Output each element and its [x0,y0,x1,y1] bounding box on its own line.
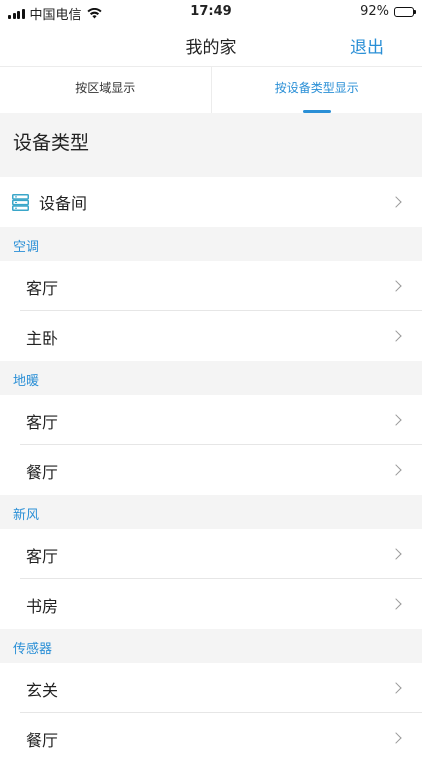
list-item[interactable]: 餐厅 [0,445,422,495]
chevron-right-icon [390,280,401,291]
battery-icon [394,7,414,17]
chevron-right-icon [390,414,401,425]
device-room-label: 设备间 [39,190,87,214]
tab-by-area[interactable]: 按区域显示 [0,67,211,113]
group-header-sensor: 传感器 [0,629,422,663]
logout-button[interactable]: 退出 [350,33,384,58]
item-label: 玄关 [26,677,58,701]
list-item[interactable]: 玄关 [0,663,422,713]
item-label: 餐厅 [26,459,58,483]
item-label: 主卧 [26,325,58,349]
list-item[interactable]: 客厅 [0,529,422,579]
navigation-bar: 我的家 退出 [0,24,422,66]
list-item[interactable]: 主卧 [0,311,422,361]
chevron-right-icon [390,732,401,743]
item-label: 书房 [26,593,58,617]
chevron-right-icon [390,548,401,559]
chevron-right-icon [390,330,401,341]
list-item[interactable]: 餐厅 [0,713,422,763]
list-item[interactable]: 客厅 [0,261,422,311]
battery-percent: 92% [360,4,389,19]
chevron-right-icon [390,464,401,475]
status-right: 92% [360,4,414,19]
chevron-right-icon [390,196,401,207]
list-item[interactable]: 客厅 [0,395,422,445]
chevron-right-icon [390,598,401,609]
spacer [0,113,422,131]
tab-by-device-type[interactable]: 按设备类型显示 [211,67,422,113]
item-label: 客厅 [26,409,58,433]
server-stack-icon [12,194,29,211]
item-label: 餐厅 [26,727,58,751]
group-header-fresh-air: 新风 [0,495,422,529]
view-mode-tabs: 按区域显示 按设备类型显示 [0,66,422,113]
section-title: 设备类型 [0,131,422,177]
list-item[interactable]: 书房 [0,579,422,629]
clock: 17:49 [0,4,422,19]
item-label: 客厅 [26,275,58,299]
status-bar: 中国电信 17:49 92% [0,0,422,24]
group-header-floor-heating: 地暖 [0,361,422,395]
item-label: 客厅 [26,543,58,567]
chevron-right-icon [390,682,401,693]
device-room-row[interactable]: 设备间 [0,177,422,227]
group-header-air-conditioner: 空调 [0,227,422,261]
